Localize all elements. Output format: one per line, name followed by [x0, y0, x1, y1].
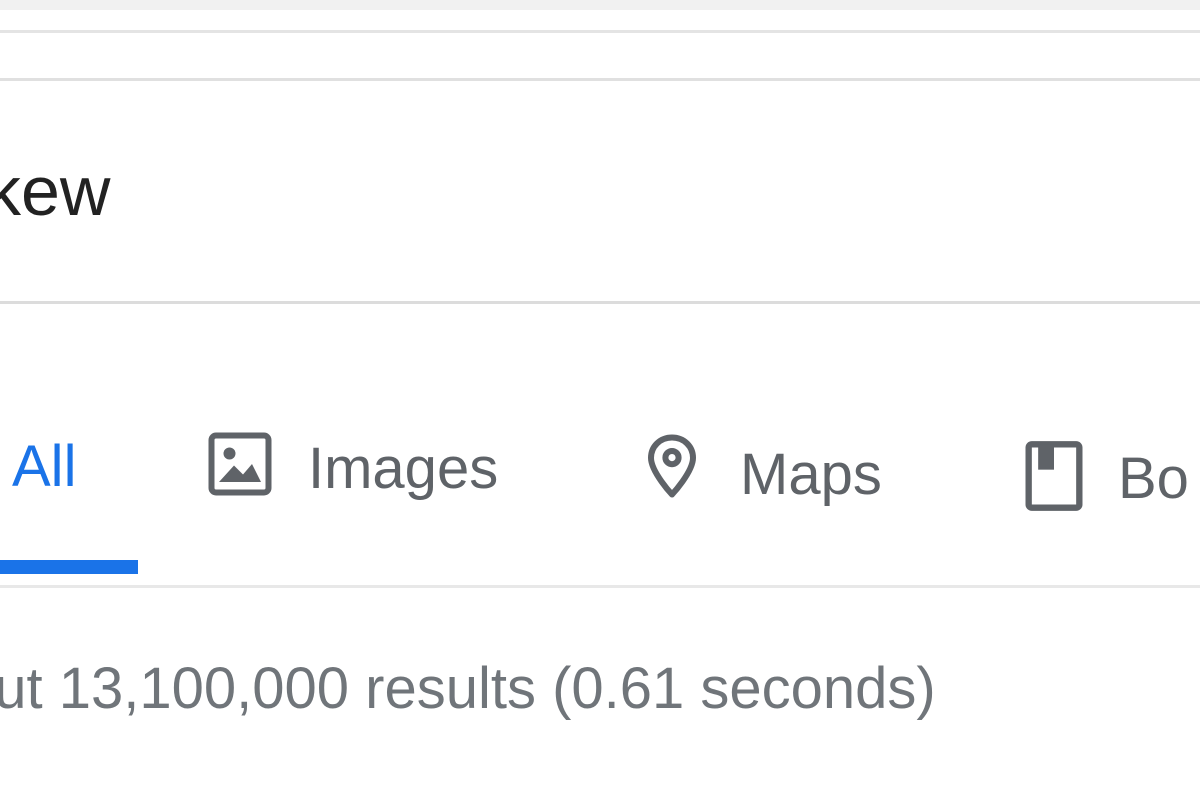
tabs-divider	[0, 585, 1200, 588]
top-divider	[0, 30, 1200, 33]
search-box[interactable]	[0, 78, 1200, 304]
search-tabs: All Images Maps Bo	[0, 400, 1200, 580]
tab-all[interactable]: All	[0, 400, 138, 580]
search-results-page: All Images Maps Bo out	[0, 0, 1200, 800]
book-icon	[1025, 441, 1083, 511]
search-input[interactable]	[0, 141, 1000, 241]
tab-images[interactable]: Images	[200, 400, 540, 580]
tab-all-label: All	[12, 434, 77, 499]
tab-images-label: Images	[308, 436, 499, 501]
tab-books-label: Bo	[1118, 446, 1189, 511]
image-icon	[208, 432, 272, 496]
active-tab-indicator	[0, 560, 138, 574]
tab-maps-label: Maps	[740, 442, 882, 507]
tab-maps[interactable]: Maps	[636, 400, 926, 580]
result-stats: out 13,100,000 results (0.61 seconds)	[0, 656, 936, 721]
tab-books[interactable]: Bo	[1022, 400, 1200, 580]
browser-top-strip	[0, 0, 1200, 10]
map-pin-icon	[648, 434, 696, 498]
